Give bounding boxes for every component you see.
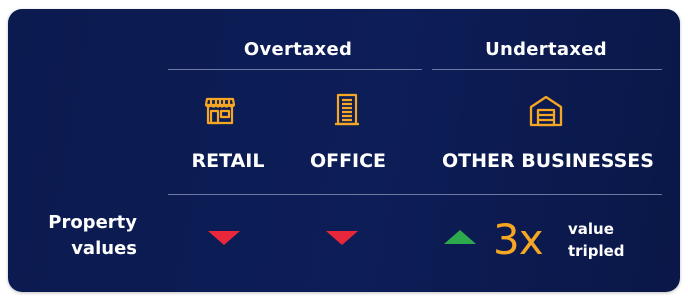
storefront-icon	[204, 94, 236, 126]
value-tripled-line2: tripled	[568, 242, 625, 260]
tax-comparison-card: Overtaxed Undertaxed RETAIL OFFICE OTHER…	[8, 9, 680, 292]
office-down-triangle-icon	[326, 231, 358, 245]
overtaxed-heading: Overtaxed	[243, 39, 353, 60]
overtaxed-divider	[168, 69, 422, 70]
value-tripled-note: value tripled	[568, 218, 625, 262]
tripled-multiplier: 3x	[493, 215, 544, 264]
property-values-label: Property values	[8, 210, 137, 262]
undertaxed-divider	[432, 69, 662, 70]
retail-down-triangle-icon	[208, 231, 240, 245]
row-divider	[168, 194, 662, 195]
other-up-triangle-icon	[444, 230, 476, 244]
other-businesses-label: OTHER BUSINESSES	[442, 150, 654, 172]
office-label: OFFICE	[309, 150, 387, 172]
undertaxed-heading: Undertaxed	[485, 39, 607, 60]
value-tripled-line1: value	[568, 220, 614, 238]
property-values-line2: values	[71, 238, 137, 259]
retail-label: RETAIL	[191, 150, 265, 172]
property-values-line1: Property	[48, 212, 137, 233]
warehouse-icon	[529, 94, 563, 128]
office-building-icon	[334, 93, 360, 127]
